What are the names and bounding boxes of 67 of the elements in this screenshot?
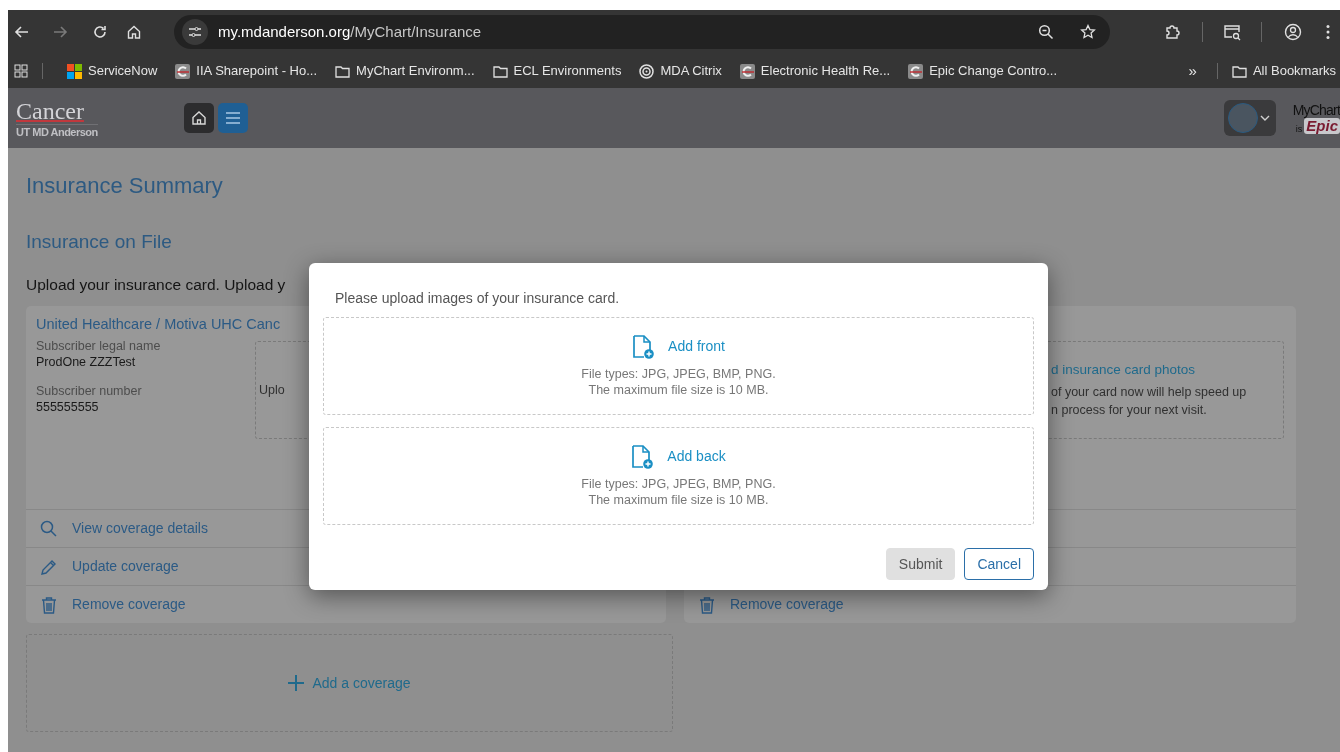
upload-dropzone[interactable]: Add back File types: JPG, JPEG, BMP, PNG. The maximum file size is 10 MB. [323,427,1034,525]
max-size-text: The maximum file size is 10 MB. [588,491,769,508]
folder-icon [1231,63,1247,79]
c-logo-icon [739,63,755,79]
dropzone-label: Add back [667,447,726,466]
trash-icon [40,595,58,614]
bookmark-link[interactable]: Epic Change Contro... [908,61,1058,81]
bookmark-link[interactable]: ECL Environments [492,61,622,81]
upload-box-text: n process for your next visit. [1051,402,1207,419]
upload-box-title: d insurance card photos [1051,361,1196,379]
zoom-out-icon[interactable] [1038,24,1054,40]
page-title: Insurance Summary [26,172,224,200]
chevron-down-icon [1260,115,1270,121]
c-logo-icon [175,63,191,79]
plus-icon [288,675,305,691]
home-button[interactable] [184,103,214,133]
bookmark-link[interactable]: ServiceNow [67,61,158,81]
reading-view-icon[interactable] [1223,23,1241,41]
intro-text: Upload your insurance card. Upload y [26,275,287,295]
back-icon[interactable] [14,24,30,40]
upload-box-text: of your card now will help speed up [1051,384,1247,401]
field-value: ProdOne ZZZTest [36,354,137,371]
search-icon [40,519,58,538]
folder-icon [335,63,351,79]
menu-icon [225,111,241,125]
avatar [1228,103,1258,133]
star-icon[interactable] [1080,24,1096,40]
file-types-text: File types: JPG, JPEG, BMP, PNG. [581,365,776,382]
trash-icon [698,595,716,614]
url-text: my.mdanderson.org/MyChart/Insurance [218,21,483,42]
upload-box-text: Uplo [259,382,285,399]
coverage-title: United Healthcare / Motiva UHC Canc [36,315,281,334]
extensions-icon[interactable] [1164,23,1182,41]
reload-icon[interactable] [92,24,108,40]
by-text: is [1295,123,1303,134]
home-icon[interactable] [126,24,142,40]
overflow-chevron[interactable]: » [1188,59,1197,83]
max-size-text: The maximum file size is 10 MB. [588,381,769,398]
address-bar[interactable]: my.mdanderson.org/MyChart/Insurance [174,15,1110,49]
section-title: Insurance on File [26,230,173,254]
bookmark-link[interactable]: IIA Sharepoint - Ho... [175,61,318,81]
epic-logo-text: Epic [1304,117,1340,134]
swirl-icon [639,63,655,79]
dropzone-label: Add front [668,337,725,356]
file-add-icon [632,334,655,359]
field-value: 555555555 [36,399,100,416]
bookmark-link[interactable]: MDA Citrix [639,61,722,81]
bookmark-link[interactable]: Electronic Health Re... [739,61,891,81]
folder-icon [492,63,508,79]
dialog-prompt: Please upload images of your insurance card. [334,289,621,307]
cancel-button[interactable]: Cancel [964,548,1034,580]
bookmark-link[interactable]: MyChart Environm... [335,61,475,81]
more-icon[interactable] [1326,24,1330,40]
home-icon [191,110,207,126]
site-info-icon [188,26,202,38]
logo[interactable]: Cancer UT MD Anderson [16,97,96,139]
field-label: Subscriber number [36,383,143,399]
upload-dropzone[interactable]: Add front File types: JPG, JPEG, BMP, PNG. The maximum file size is 10 MB. [323,317,1034,415]
file-types-text: File types: JPG, JPEG, BMP, PNG. [581,475,776,492]
profile-icon[interactable] [1284,23,1302,41]
all-bookmarks-link[interactable]: All Bookmarks [1231,61,1336,81]
file-add-icon [631,444,654,469]
apps-icon[interactable] [14,64,28,78]
mychart-logo-text: MyChart [1292,102,1340,118]
c-logo-icon [908,63,924,79]
field-label: Subscriber legal name [36,338,162,354]
windows-logo-icon [67,63,82,79]
